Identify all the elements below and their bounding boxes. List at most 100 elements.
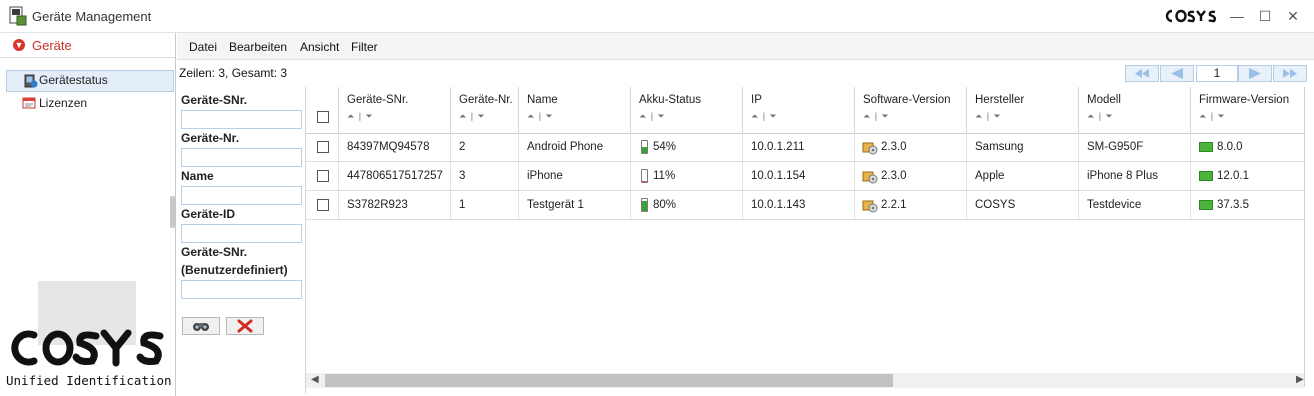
close-button[interactable]: ✕ xyxy=(1282,6,1304,26)
column-header-nr[interactable]: Geräte-Nr. ⏶ | ⏷ xyxy=(450,87,518,133)
cosys-logo-icon xyxy=(11,329,164,367)
first-page-button[interactable] xyxy=(1125,65,1159,82)
firmware-cell-text: 12.0.1 xyxy=(1217,170,1249,182)
nr-cell: 1 xyxy=(450,191,518,219)
software-package-icon xyxy=(862,200,878,213)
nr-cell-text: 1 xyxy=(459,199,466,211)
modell-cell: iPhone 8 Plus xyxy=(1078,162,1190,190)
sort-arrows-icon[interactable]: ⏶ | ⏷ xyxy=(639,111,666,122)
menu-filter[interactable]: Filter xyxy=(351,40,378,54)
hersteller-cell-text: COSYS xyxy=(975,199,1016,211)
app-icon xyxy=(9,6,27,26)
filter-input-snr[interactable] xyxy=(181,110,302,129)
nav-item-label[interactable]: Lizenzen xyxy=(39,96,87,110)
sort-arrows-icon[interactable]: ⏶ | ⏷ xyxy=(975,111,1002,122)
column-title: IP xyxy=(751,94,762,106)
software-cell-text: 2.3.0 xyxy=(881,170,907,182)
name-cell: Android Phone xyxy=(518,133,630,161)
sort-arrows-icon[interactable]: ⏶ | ⏷ xyxy=(527,111,554,122)
filter-input-snr-custom[interactable] xyxy=(181,280,302,299)
column-title: Hersteller xyxy=(975,94,1025,106)
filter-input-id[interactable] xyxy=(181,224,302,243)
row-checkbox[interactable] xyxy=(317,141,329,153)
column-title: Modell xyxy=(1087,94,1121,106)
ip-cell-text: 10.0.1.143 xyxy=(751,199,806,211)
akku-cell: 11% xyxy=(630,162,742,190)
minimize-button[interactable]: — xyxy=(1226,6,1248,26)
akku-cell: 80% xyxy=(630,191,742,219)
firmware-chip-icon xyxy=(1199,142,1213,152)
ip-cell-text: 10.0.1.154 xyxy=(751,170,806,182)
next-page-button[interactable] xyxy=(1238,65,1272,82)
previous-page-button[interactable] xyxy=(1160,65,1194,82)
filter-label-nr: Geräte-Nr. xyxy=(181,131,240,145)
column-header-akku[interactable]: Akku-Status ⏶ | ⏷ xyxy=(630,87,742,133)
scroll-right-icon[interactable]: ▶ xyxy=(1296,374,1304,385)
name-cell-text: Android Phone xyxy=(527,141,604,153)
collapse-arrow-icon[interactable]: ▼ xyxy=(13,39,25,51)
scrollbar-thumb[interactable] xyxy=(325,374,893,387)
nr-cell-text: 3 xyxy=(459,170,466,182)
column-header-software[interactable]: Software-Version ⏶ | ⏷ xyxy=(854,87,966,133)
sort-arrows-icon[interactable]: ⏶ | ⏷ xyxy=(459,111,486,122)
snr-cell-text: 84397MQ94578 xyxy=(347,141,430,153)
menu-datei[interactable]: Datei xyxy=(189,40,217,54)
snr-cell-text: 447806517517257 xyxy=(347,170,443,182)
filter-input-nr[interactable] xyxy=(181,148,302,167)
modell-cell: SM-G950F xyxy=(1078,133,1190,161)
name-cell-text: Testgerät 1 xyxy=(527,199,584,211)
last-page-button[interactable] xyxy=(1273,65,1307,82)
maximize-button[interactable]: ☐ xyxy=(1254,6,1276,26)
column-title: Software-Version xyxy=(863,94,951,106)
modell-cell-text: Testdevice xyxy=(1087,199,1142,211)
akku-cell: 54% xyxy=(630,133,742,161)
column-header-name[interactable]: Name ⏶ | ⏷ xyxy=(518,87,630,133)
sort-arrows-icon[interactable]: ⏶ | ⏷ xyxy=(347,111,374,122)
filter-label-id: Geräte-ID xyxy=(181,207,236,221)
firmware-chip-icon xyxy=(1199,171,1213,181)
row-checkbox[interactable] xyxy=(317,170,329,182)
sort-arrows-icon[interactable]: ⏶ | ⏷ xyxy=(863,111,890,122)
previous-page-icon xyxy=(1171,68,1183,79)
table-row[interactable]: 84397MQ94578 2 Android Phone 54% 10.0.1.211 2… xyxy=(306,133,1304,162)
sort-arrows-icon[interactable]: ⏶ | ⏷ xyxy=(751,111,778,122)
scroll-left-icon[interactable]: ◀ xyxy=(311,374,319,385)
column-title: Akku-Status xyxy=(639,94,701,106)
column-header-firmware[interactable]: Firmware-Version ⏶ | ⏷ xyxy=(1190,87,1304,133)
table-row[interactable]: 447806517517257 3 iPhone 11% 10.0.1.154 2.3.0… xyxy=(306,162,1304,191)
name-cell: iPhone xyxy=(518,162,630,190)
search-button[interactable] xyxy=(182,317,220,335)
filter-label-name: Name xyxy=(181,169,214,183)
firmware-chip-icon xyxy=(1199,200,1213,210)
column-header-snr[interactable]: Geräte-SNr. ⏶ | ⏷ xyxy=(338,87,450,133)
firmware-cell: 37.3.5 xyxy=(1190,191,1304,219)
menu-bearbeiten[interactable]: Bearbeiten xyxy=(229,40,287,54)
hersteller-cell: COSYS xyxy=(966,191,1078,219)
row-count: Zeilen: 3, Gesamt: 3 xyxy=(179,66,288,80)
row-select-cell xyxy=(306,191,338,219)
clear-filter-button[interactable] xyxy=(226,317,264,335)
firmware-cell: 8.0.0 xyxy=(1190,133,1304,161)
software-cell: 2.2.1 xyxy=(854,191,966,219)
nr-cell: 3 xyxy=(450,162,518,190)
menu-ansicht[interactable]: Ansicht xyxy=(300,40,339,54)
page-number-input[interactable]: 1 xyxy=(1196,65,1238,82)
select-all-checkbox[interactable] xyxy=(317,111,329,123)
sort-arrows-icon[interactable]: ⏶ | ⏷ xyxy=(1199,111,1226,122)
software-cell: 2.3.0 xyxy=(854,162,966,190)
table-row[interactable]: S3782R923 1 Testgerät 1 80% 10.0.1.143 2.2.1 C… xyxy=(306,191,1304,220)
window-title: Geräte Management xyxy=(32,9,152,24)
nav-group-label[interactable]: Geräte xyxy=(32,38,72,53)
name-cell: Testgerät 1 xyxy=(518,191,630,219)
column-header-hersteller[interactable]: Hersteller ⏶ | ⏷ xyxy=(966,87,1078,133)
nav-group-header[interactable] xyxy=(0,33,175,58)
column-header-ip[interactable]: IP ⏶ | ⏷ xyxy=(742,87,854,133)
ip-cell-text: 10.0.1.211 xyxy=(751,141,805,153)
sort-arrows-icon[interactable]: ⏶ | ⏷ xyxy=(1087,111,1114,122)
row-checkbox[interactable] xyxy=(317,199,329,211)
column-header-modell[interactable]: Modell ⏶ | ⏷ xyxy=(1078,87,1190,133)
panel-collapse-handle[interactable] xyxy=(170,196,175,228)
license-icon xyxy=(22,97,36,109)
filter-input-name[interactable] xyxy=(181,186,302,205)
nav-item-label[interactable]: Gerätestatus xyxy=(39,73,108,87)
